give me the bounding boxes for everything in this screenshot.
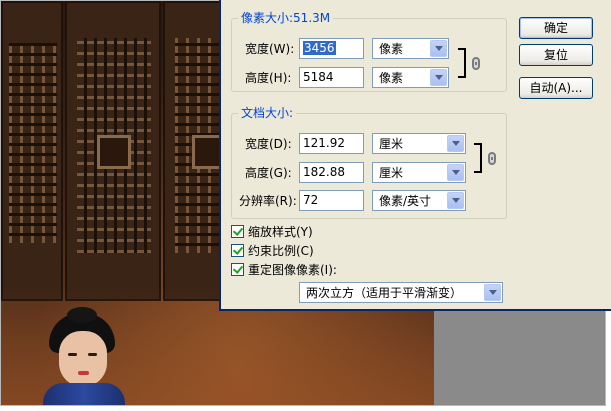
- image-size-dialog: 像素大小:51.3M 宽度(W): 3456 像素 高度(H): 5184 像素…: [219, 0, 611, 311]
- door-medallion: [97, 135, 131, 169]
- pixel-height-unit-select[interactable]: 像素: [372, 67, 449, 88]
- left-eye: [68, 353, 77, 356]
- doc-height-unit: 厘米: [379, 166, 404, 180]
- doc-width-label: 宽度(D):: [245, 137, 292, 151]
- chain-link-icon: [472, 57, 480, 70]
- pixel-dimensions-title: 像素大小:51.3M: [238, 11, 334, 25]
- chevron-down-icon[interactable]: [447, 192, 464, 209]
- lips: [78, 371, 89, 375]
- pixel-height-value: 5184: [303, 70, 334, 84]
- resample-method-select[interactable]: 两次立方（适用于平滑渐变）: [299, 282, 503, 303]
- checkbox-checked-icon[interactable]: [231, 263, 244, 276]
- hair-bun: [67, 307, 97, 323]
- doc-height-input[interactable]: 182.88: [299, 162, 364, 183]
- chain-link-icon: [488, 152, 496, 165]
- resample-method-value: 两次立方（适用于平滑渐变）: [306, 286, 463, 300]
- chevron-down-icon[interactable]: [447, 164, 464, 181]
- doc-height-label: 高度(G):: [245, 166, 292, 180]
- pixel-dimensions-group: 像素大小:51.3M 宽度(W): 3456 像素 高度(H): 5184 像素: [231, 11, 507, 92]
- face: [59, 331, 107, 387]
- resolution-unit-select[interactable]: 像素/英寸: [372, 190, 466, 211]
- checkbox-checked-icon[interactable]: [231, 225, 244, 238]
- resolution-value: 72: [303, 193, 319, 207]
- reset-button[interactable]: 复位: [519, 44, 593, 66]
- pixel-width-input[interactable]: 3456: [299, 38, 364, 59]
- pixel-height-label: 高度(H):: [245, 71, 292, 85]
- resolution-unit: 像素/英寸: [379, 194, 432, 208]
- doc-width-input[interactable]: 121.92: [299, 133, 364, 154]
- proportion-bracket: [458, 48, 466, 78]
- doc-height-unit-select[interactable]: 厘米: [372, 162, 466, 183]
- auto-button[interactable]: 自动(A)...: [519, 77, 593, 99]
- chevron-down-icon[interactable]: [430, 69, 447, 86]
- resolution-input[interactable]: 72: [299, 190, 364, 211]
- doc-width-unit: 厘米: [379, 137, 404, 151]
- resolution-label: 分辨率(R):: [239, 194, 297, 208]
- lattice-panel: [9, 43, 57, 243]
- document-size-title: 文档大小:: [238, 106, 297, 120]
- woman-portrait: [41, 307, 127, 405]
- chevron-down-icon[interactable]: [430, 40, 447, 57]
- scale-styles-label: 缩放样式(Y): [248, 225, 313, 239]
- checkbox-checked-icon[interactable]: [231, 244, 244, 257]
- pixel-height-unit: 像素: [379, 71, 404, 85]
- pixel-width-value: 3456: [303, 41, 336, 55]
- chevron-down-icon[interactable]: [447, 135, 464, 152]
- pixel-width-unit-select[interactable]: 像素: [372, 38, 449, 59]
- door-panel: [65, 1, 161, 301]
- blue-dress: [43, 383, 125, 405]
- document-size-group: 文档大小: 宽度(D): 121.92 厘米 高度(G): 182.88 厘米 …: [231, 106, 507, 219]
- proportion-bracket: [474, 143, 482, 173]
- ok-button[interactable]: 确定: [519, 17, 593, 39]
- right-eye: [88, 353, 97, 356]
- doc-width-unit-select[interactable]: 厘米: [372, 133, 466, 154]
- pixel-width-unit: 像素: [379, 42, 404, 56]
- pixel-width-label: 宽度(W):: [245, 42, 295, 56]
- constrain-proportions-label: 约束比例(C): [248, 244, 314, 258]
- doc-height-value: 182.88: [303, 165, 345, 179]
- door-panel: [1, 1, 63, 301]
- resample-label: 重定图像像素(I):: [248, 263, 337, 277]
- chevron-down-icon[interactable]: [484, 284, 501, 301]
- doc-width-value: 121.92: [303, 136, 345, 150]
- pixel-height-input[interactable]: 5184: [299, 67, 364, 88]
